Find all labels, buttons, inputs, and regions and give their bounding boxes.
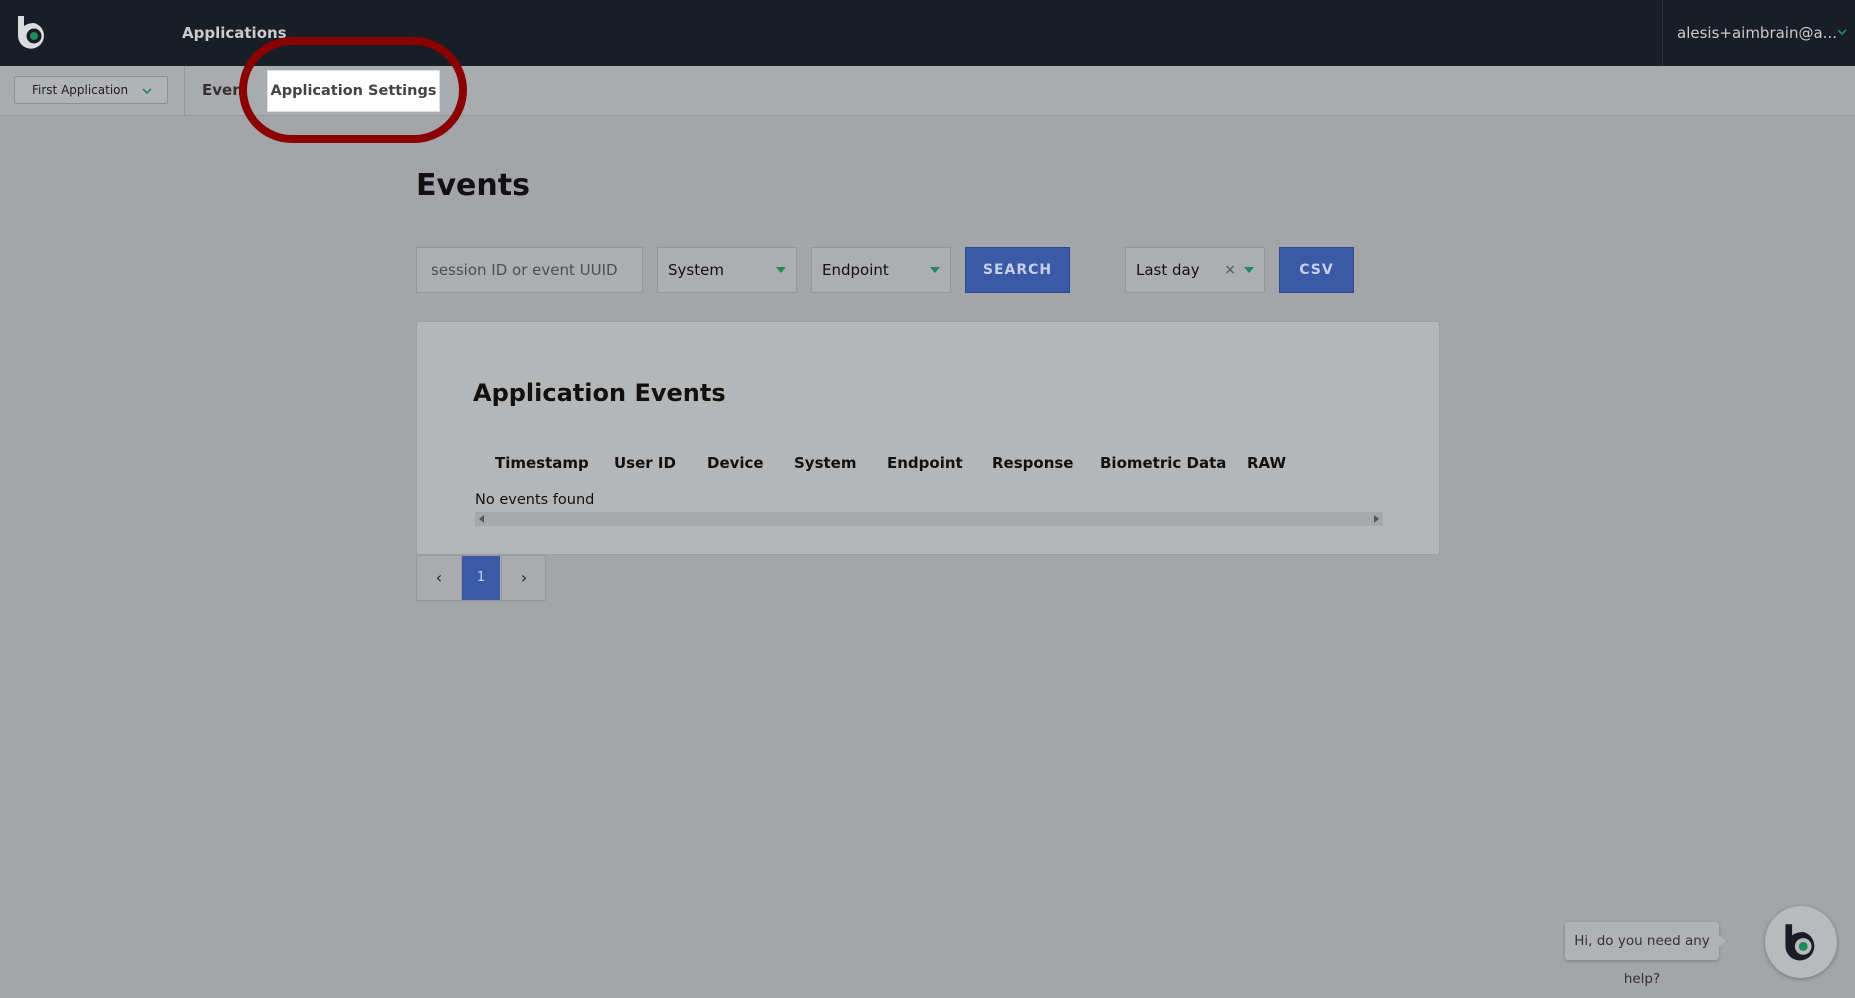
scroll-right-icon[interactable]	[1374, 515, 1379, 523]
help-chat-launcher[interactable]	[1765, 906, 1837, 978]
divider	[184, 66, 185, 115]
application-selector[interactable]: First Application	[14, 76, 168, 104]
chevron-down-icon	[142, 88, 152, 95]
column-header-system[interactable]: System	[794, 454, 856, 472]
brand-logo-icon[interactable]	[14, 14, 50, 50]
pagination: ‹ 1 ›	[416, 555, 546, 601]
clear-icon[interactable]: ×	[1224, 248, 1236, 292]
column-header-endpoint[interactable]: Endpoint	[887, 454, 963, 472]
system-dropdown[interactable]: System	[657, 247, 797, 293]
column-header-response[interactable]: Response	[992, 454, 1073, 472]
chevron-left-icon[interactable]: ‹	[417, 556, 462, 600]
time-range-dropdown[interactable]: Last day ×	[1125, 247, 1265, 293]
caret-down-icon	[1244, 267, 1254, 273]
sub-navbar: First Application Even Application Setti…	[0, 66, 1855, 116]
user-menu[interactable]: alesis+aimbrain@a...	[1662, 0, 1855, 66]
csv-button[interactable]: CSV	[1279, 247, 1354, 293]
caret-down-icon	[930, 267, 940, 273]
endpoint-dropdown-label: Endpoint	[822, 261, 889, 279]
horizontal-scrollbar[interactable]	[475, 512, 1383, 526]
column-header-user-id[interactable]: User ID	[614, 454, 676, 472]
search-button[interactable]: SEARCH	[965, 247, 1070, 293]
caret-down-icon	[776, 267, 786, 273]
time-range-label: Last day	[1136, 261, 1200, 279]
system-dropdown-label: System	[668, 261, 724, 279]
user-email: alesis+aimbrain@a...	[1677, 24, 1837, 42]
page-number-current[interactable]: 1	[462, 556, 500, 600]
search-input[interactable]	[416, 247, 643, 293]
column-header-raw[interactable]: RAW	[1247, 454, 1286, 472]
events-card: Application Events Timestamp User ID Dev…	[416, 321, 1440, 555]
empty-state-message: No events found	[475, 492, 595, 508]
page-title: Events	[416, 168, 530, 203]
help-chat-bubble[interactable]: Hi, do you need any help?	[1565, 922, 1726, 987]
chevron-down-icon	[1837, 29, 1847, 36]
column-header-device[interactable]: Device	[707, 454, 764, 472]
tab-application-settings[interactable]: Application Settings	[267, 70, 440, 112]
tab-events[interactable]: Even	[202, 66, 243, 114]
brand-logo-icon	[1785, 924, 1815, 961]
endpoint-dropdown[interactable]: Endpoint	[811, 247, 951, 293]
card-title: Application Events	[473, 379, 726, 407]
nav-applications-link[interactable]: Applications	[182, 0, 287, 66]
application-selector-label: First Application	[32, 83, 129, 97]
column-header-biometric-data[interactable]: Biometric Data	[1100, 454, 1226, 472]
top-navbar: Applications alesis+aimbrain@a...	[0, 0, 1855, 66]
scroll-left-icon[interactable]	[479, 515, 484, 523]
column-header-timestamp[interactable]: Timestamp	[495, 454, 589, 472]
chevron-right-icon[interactable]: ›	[501, 556, 546, 600]
